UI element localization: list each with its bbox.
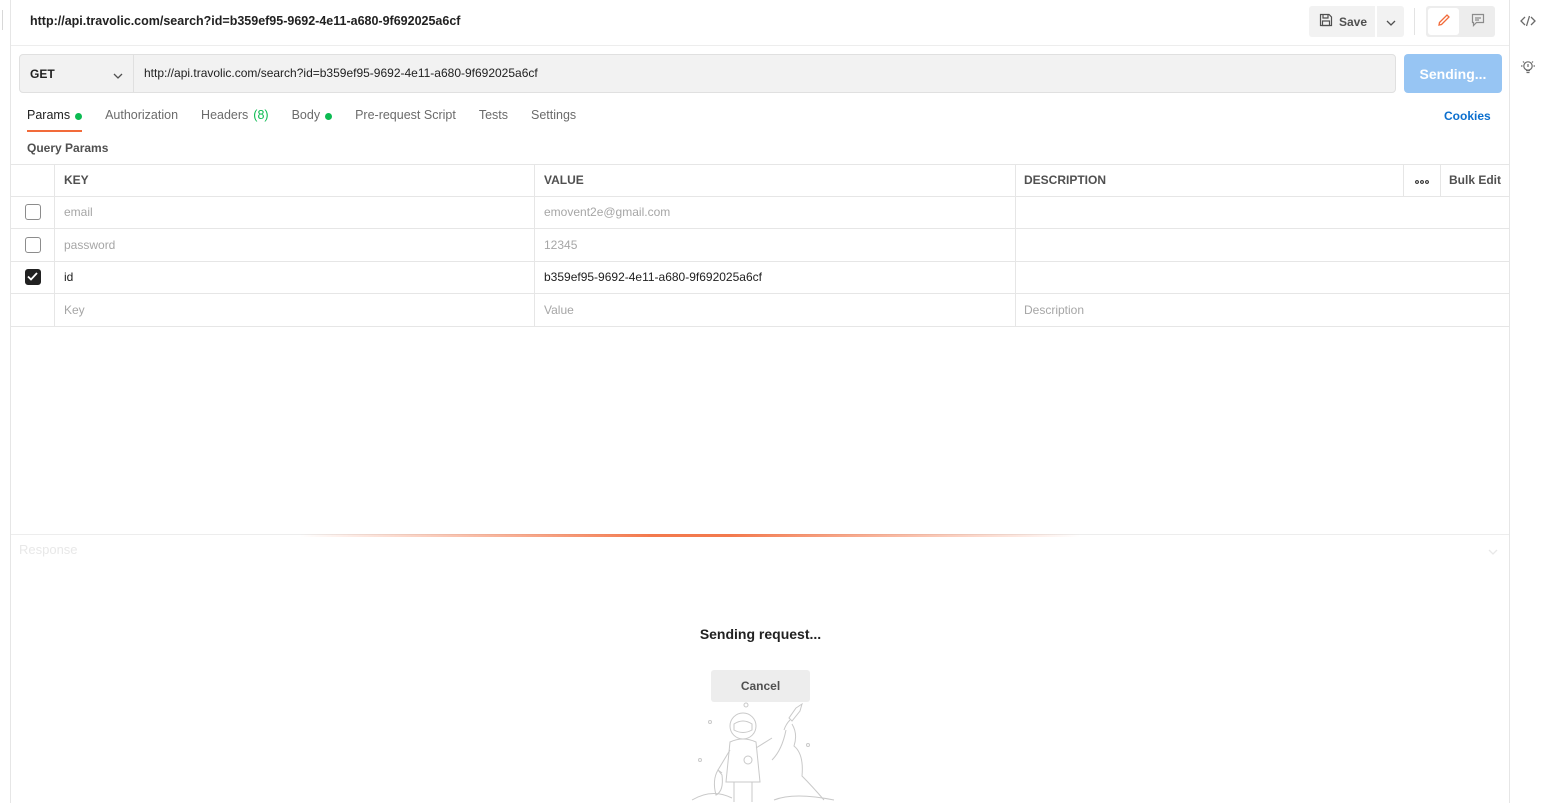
loading-bar [300,534,1080,537]
row-checkbox-cell [11,229,55,261]
section-title: Query Params [27,141,109,155]
method-select[interactable]: GET [20,55,134,92]
more-icon [1415,173,1429,187]
tab-body[interactable]: Body [292,108,333,132]
save-label: Save [1339,14,1368,29]
cancel-button[interactable]: Cancel [711,670,810,702]
tab-pre-request-script[interactable]: Pre-request Script [355,108,456,132]
response-label: Response [19,542,78,557]
code-icon[interactable] [1520,13,1536,29]
comment-icon [1471,13,1485,30]
astronaut-illustration [691,702,835,802]
tab-headers[interactable]: Headers (8) [201,108,269,132]
params-table: KEY VALUE DESCRIPTION Bulk Edit email em… [11,164,1509,327]
send-button[interactable]: Sending... [1404,54,1502,93]
param-value[interactable]: emovent2e@gmail.com [535,196,1016,228]
method-value: GET [30,66,55,81]
request-header: http://api.travolic.com/search?id=b359ef… [11,0,1509,46]
param-value[interactable]: b359ef95-9692-4e11-a680-9f692025a6cf [535,261,1016,293]
tab-settings[interactable]: Settings [531,108,576,132]
row-checkbox[interactable] [24,236,41,253]
row-checkbox-cell [11,294,55,326]
request-tabs: Params Authorization Headers (8) Body Pre… [27,108,599,132]
sending-status: Sending request... [699,626,822,642]
checkmark-icon [27,270,38,284]
table-row-new: Key Value Description [11,294,1509,327]
param-description[interactable] [1016,197,1509,229]
request-title[interactable]: http://api.travolic.com/search?id=b359ef… [30,14,460,28]
divider [1414,8,1415,35]
cookies-link[interactable]: Cookies [1444,109,1491,123]
tab-count: (8) [253,108,269,122]
bulk-edit-button[interactable]: Bulk Edit [1441,165,1509,196]
tab-label: Headers [201,108,249,122]
tab-label: Tests [478,108,508,122]
new-key-input[interactable]: Key [55,294,535,326]
header-description: DESCRIPTION [1016,165,1404,196]
table-row: email emovent2e@gmail.com [11,196,1509,229]
tab-tests[interactable]: Tests [479,108,508,132]
tab-label: Authorization [105,108,179,122]
save-icon [1319,13,1333,30]
url-input[interactable]: http://api.travolic.com/search?id=b359ef… [144,66,538,80]
param-key[interactable]: password [55,229,535,261]
param-key[interactable]: email [55,196,535,228]
table-row: id b359ef95-9692-4e11-a680-9f692025a6cf [11,261,1509,294]
table-row: password 12345 [11,229,1509,262]
param-description[interactable] [1016,262,1509,294]
save-button[interactable]: Save [1309,6,1375,37]
url-bar: GET http://api.travolic.com/search?id=b3… [19,54,1396,93]
tab-label: Settings [531,108,577,122]
param-key[interactable]: id [55,261,535,293]
param-description[interactable] [1016,229,1509,261]
header-check-col [11,165,55,196]
right-rail [1509,0,1543,803]
chevron-down-icon[interactable] [1488,544,1498,558]
new-value-input[interactable]: Value [535,294,1016,326]
status-dot [75,113,83,120]
chevron-down-icon [1386,15,1396,29]
new-description-input[interactable]: Description [1016,294,1509,326]
pencil-icon [1437,13,1451,30]
edit-mode-button[interactable] [1428,8,1459,35]
row-checkbox-cell [11,196,55,228]
status-dot [325,113,333,120]
sidebar-handle[interactable] [0,10,3,30]
header-key: KEY [55,165,535,196]
chevron-down-icon [113,68,123,82]
lightbulb-icon[interactable] [1520,59,1536,75]
table-header: KEY VALUE DESCRIPTION Bulk Edit [11,164,1509,197]
tab-label: Body [291,108,321,122]
comments-button[interactable] [1462,8,1493,35]
param-value[interactable]: 12345 [535,229,1016,261]
tab-label: Params [27,108,71,122]
header-value: VALUE [535,165,1016,196]
sidebar-edge [0,0,11,803]
tab-authorization[interactable]: Authorization [105,108,178,132]
row-checkbox[interactable] [24,269,41,286]
tab-params[interactable]: Params [27,108,83,132]
more-options-button[interactable] [1404,165,1441,196]
tab-label: Pre-request Script [355,108,456,122]
view-mode-toggle [1426,6,1495,37]
row-checkbox[interactable] [24,204,41,221]
row-checkbox-cell [11,261,55,293]
save-options-button[interactable] [1377,6,1404,37]
